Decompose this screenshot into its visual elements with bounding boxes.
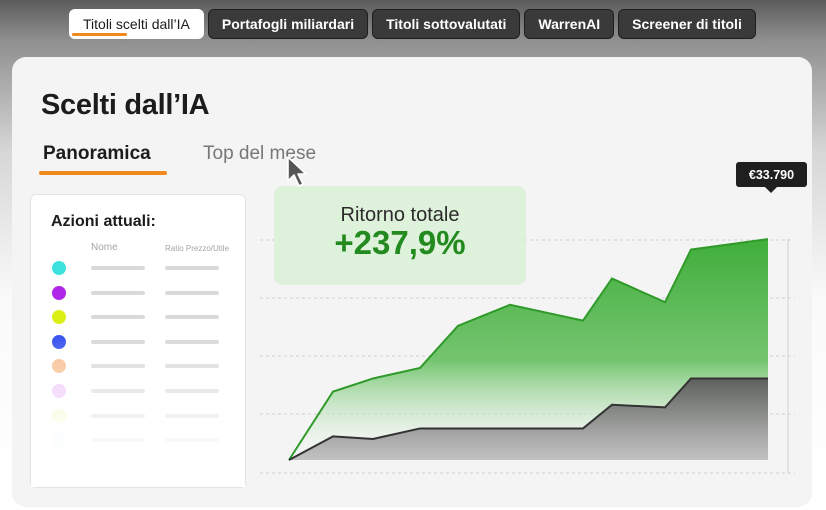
tab-ai-picks[interactable]: Titoli scelti dall’IA <box>69 9 204 39</box>
tab-billionaire-portfolios[interactable]: Portafogli miliardari <box>207 9 369 39</box>
price-tooltip-value: €33.790 <box>748 167 795 182</box>
holdings-fade-overlay <box>31 337 245 487</box>
tab-warrenai-label: WarrenAI <box>538 16 601 32</box>
total-return-card: Ritorno totale +237,9% <box>274 186 526 285</box>
active-tab-indicator <box>72 33 127 36</box>
holding-row[interactable] <box>51 285 231 302</box>
tab-stock-screener[interactable]: Screener di titoli <box>618 9 756 39</box>
tab-undervalued-stocks-label: Titoli sottovalutati <box>386 16 507 32</box>
stock-color-dot <box>52 261 66 275</box>
column-header-name: Nome <box>91 242 118 253</box>
pe-ratio-placeholder <box>165 266 219 270</box>
tab-stock-screener-label: Screener di titoli <box>632 16 742 32</box>
stock-name-placeholder <box>91 290 145 295</box>
tooltip-arrow <box>765 187 777 193</box>
holding-row[interactable] <box>51 310 231 326</box>
total-return-value: +237,9% <box>334 224 466 261</box>
tab-undervalued-stocks[interactable]: Titoli sottovalutati <box>372 9 521 39</box>
pe-ratio-placeholder <box>165 290 219 295</box>
stock-color-dot <box>52 285 66 300</box>
stock-name-placeholder <box>91 266 145 270</box>
pe-ratio-placeholder <box>165 315 219 320</box>
tab-billionaire-portfolios-label: Portafogli miliardari <box>221 16 355 32</box>
price-tooltip: €33.790 <box>736 162 807 193</box>
column-header-pe-ratio: Ratio Prezzo/Utile <box>165 244 230 253</box>
stock-color-dot <box>52 310 66 325</box>
stock-name-placeholder <box>91 315 145 320</box>
mouse-cursor-icon <box>287 156 307 187</box>
tab-warrenai[interactable]: WarrenAI <box>524 9 615 39</box>
tab-ai-picks-label: Titoli scelti dall’IA <box>83 16 190 32</box>
top-nav-tabs: Titoli scelti dall’IA Portafogli miliard… <box>69 9 756 39</box>
ai-picks-card: Scelti dall’IA Panoramica Top del mese A… <box>12 57 812 507</box>
holdings-title: Azioni attuali: <box>51 213 156 230</box>
holding-row[interactable] <box>51 261 231 277</box>
current-holdings-panel: Azioni attuali: Nome Ratio Prezzo/Utile <box>30 194 246 488</box>
